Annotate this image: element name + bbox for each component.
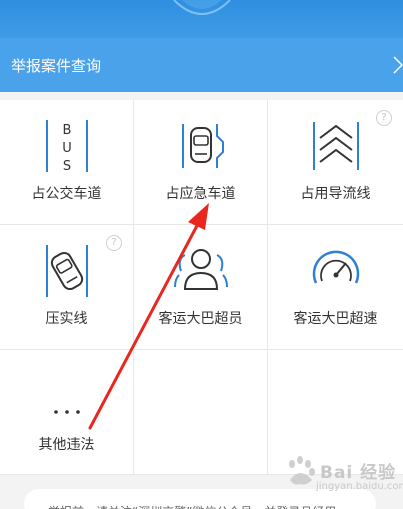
diversion-line-icon xyxy=(312,122,359,170)
grid-item-bus-lane[interactable]: B U S 占公交车道 xyxy=(0,100,134,225)
watermark-url: jingyan.baidu.com xyxy=(316,481,403,492)
top-banner xyxy=(0,0,403,38)
grid-item-bus-speeding[interactable]: 客运大巴超速 xyxy=(268,225,403,350)
grid-item-passenger-overload[interactable]: 客运大巴超员 xyxy=(134,225,268,350)
emergency-lane-icon xyxy=(181,124,224,168)
case-query-header[interactable]: 举报案件查询 xyxy=(0,38,403,92)
page-title: 举报案件查询 xyxy=(11,56,102,75)
shield-icon xyxy=(173,0,231,15)
passenger-overload-icon xyxy=(173,249,228,290)
grid-item-label: 客运大巴超员 xyxy=(158,311,243,327)
report-notice: 举报前，请关注“深圳交警”微信公众号，并登录且经用 xyxy=(24,489,376,509)
violation-type-grid: B U S 占公交车道 占应急车道 ? 占用导流线 ? 压实线 客运大巴超员 客… xyxy=(0,100,403,475)
grid-item-label: 占公交车道 xyxy=(31,186,102,202)
speedometer-icon xyxy=(312,250,359,284)
grid-item-label: 占用导流线 xyxy=(300,186,371,202)
grid-item-label: 客运大巴超速 xyxy=(293,311,378,327)
grid-item-label: 占应急车道 xyxy=(165,186,236,202)
more-dots-icon xyxy=(53,410,80,414)
grid-item-label: 压实线 xyxy=(45,311,88,327)
grid-item-emergency-lane[interactable]: 占应急车道 xyxy=(134,100,268,225)
grid-item-other-violations[interactable]: 其他违法 xyxy=(0,350,134,475)
grid-item-solid-line[interactable]: ? 压实线 xyxy=(0,225,134,350)
chevron-right-icon[interactable] xyxy=(393,55,403,75)
grid-item-diversion-line[interactable]: ? 占用导流线 xyxy=(268,100,403,225)
svg-text:U: U xyxy=(62,141,72,156)
svg-text:S: S xyxy=(62,159,70,174)
grid-empty-cell xyxy=(134,350,268,475)
svg-text:B: B xyxy=(62,123,71,138)
watermark-brand: Bai 经验 xyxy=(320,463,397,483)
solid-line-icon xyxy=(45,245,88,297)
grid-item-label: 其他违法 xyxy=(38,437,95,453)
bus-lane-icon: B U S xyxy=(45,120,88,174)
section-divider xyxy=(0,92,403,100)
